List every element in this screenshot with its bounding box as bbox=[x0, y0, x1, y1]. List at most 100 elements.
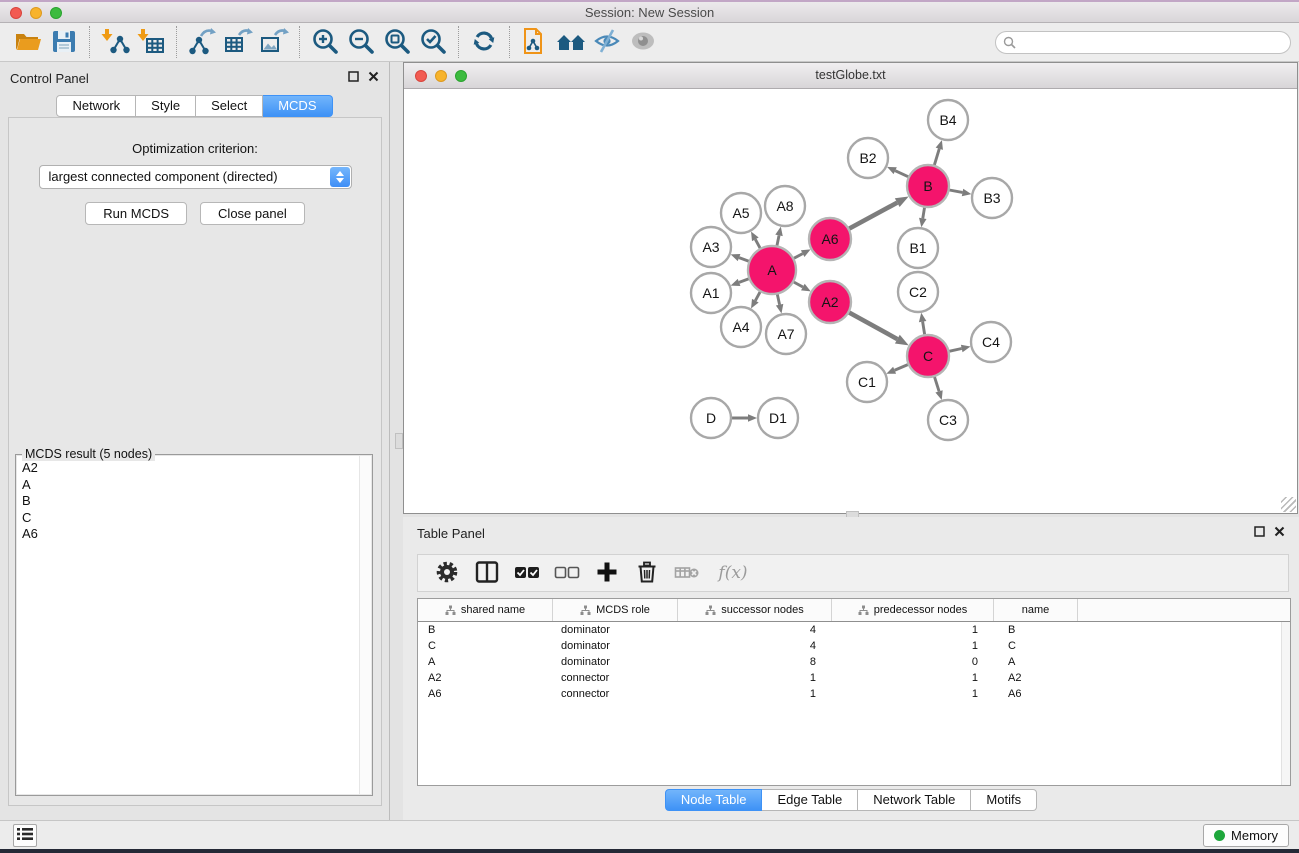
tab-network-table[interactable]: Network Table bbox=[858, 789, 971, 811]
table-row[interactable]: Bdominator41B bbox=[418, 622, 1290, 638]
zoom-window-button[interactable] bbox=[50, 7, 62, 19]
graph-edge[interactable] bbox=[755, 291, 760, 301]
graph-edge[interactable] bbox=[777, 235, 779, 246]
table-cell: 1 bbox=[832, 670, 994, 686]
table-scrollbar[interactable] bbox=[1281, 622, 1290, 785]
column-header[interactable]: successor nodes bbox=[678, 599, 832, 621]
export-image-button[interactable] bbox=[256, 25, 292, 59]
graph-edge[interactable] bbox=[755, 239, 760, 249]
optimization-criterion-select[interactable]: largest connected component (directed) bbox=[39, 165, 352, 189]
attribute-type-icon bbox=[445, 605, 456, 616]
column-header[interactable]: shared name bbox=[418, 599, 553, 621]
minimize-window-button[interactable] bbox=[30, 7, 42, 19]
graph-edge[interactable] bbox=[895, 364, 909, 370]
table-row[interactable]: Adominator80A bbox=[418, 654, 1290, 670]
import-table-button[interactable] bbox=[133, 25, 169, 59]
export-network-icon bbox=[187, 26, 217, 59]
memory-button[interactable]: Memory bbox=[1203, 824, 1289, 847]
result-list-scrollbar[interactable] bbox=[359, 456, 371, 794]
network-close-button[interactable] bbox=[415, 70, 427, 82]
result-item[interactable]: A bbox=[22, 477, 359, 494]
table-panel: Table Panel f(x) shared nameMCDS rolesuc… bbox=[403, 517, 1299, 820]
hide-details-button[interactable] bbox=[589, 25, 625, 59]
graph-edge[interactable] bbox=[848, 203, 897, 229]
network-minimize-button[interactable] bbox=[435, 70, 447, 82]
graph-edge[interactable] bbox=[948, 349, 961, 352]
graph-edge[interactable] bbox=[923, 322, 925, 336]
home-button[interactable] bbox=[553, 25, 589, 59]
tab-style[interactable]: Style bbox=[136, 95, 196, 117]
result-item[interactable]: C bbox=[22, 510, 359, 527]
graph-edge[interactable] bbox=[934, 376, 939, 391]
deselect-all-button[interactable] bbox=[547, 557, 587, 589]
graph-edge[interactable] bbox=[934, 149, 939, 166]
tab-node-table[interactable]: Node Table bbox=[665, 789, 763, 811]
open-file-button[interactable] bbox=[10, 25, 46, 59]
node-table: shared nameMCDS rolesuccessor nodesprede… bbox=[417, 598, 1291, 786]
select-all-button[interactable] bbox=[507, 557, 547, 589]
vertical-splitter-handle[interactable] bbox=[395, 433, 403, 449]
tab-edge-table[interactable]: Edge Table bbox=[762, 789, 858, 811]
save-session-button[interactable] bbox=[46, 25, 82, 59]
search-icon bbox=[1003, 36, 1016, 49]
node-label: A4 bbox=[732, 319, 749, 335]
node-label: B bbox=[923, 178, 932, 194]
float-panel-icon[interactable] bbox=[348, 71, 359, 82]
refresh-button[interactable] bbox=[466, 25, 502, 59]
export-table-button[interactable] bbox=[220, 25, 256, 59]
table-settings-button[interactable] bbox=[427, 557, 467, 589]
window-resize-grip[interactable] bbox=[1281, 497, 1296, 512]
zoom-fit-button[interactable] bbox=[379, 25, 415, 59]
close-window-button[interactable] bbox=[10, 7, 22, 19]
graph-edge[interactable] bbox=[793, 254, 802, 259]
graph-edge[interactable] bbox=[949, 190, 963, 193]
import-network-button[interactable] bbox=[97, 25, 133, 59]
show-columns-button[interactable] bbox=[467, 557, 507, 589]
table-body: Bdominator41BCdominator41CAdominator80AA… bbox=[418, 622, 1290, 702]
network-window-titlebar[interactable]: testGlobe.txt bbox=[404, 63, 1297, 89]
graph-edge[interactable] bbox=[923, 207, 925, 219]
graph-edge[interactable] bbox=[895, 171, 909, 177]
close-panel-icon[interactable] bbox=[368, 71, 379, 82]
graph-edge[interactable] bbox=[739, 278, 749, 282]
column-header[interactable]: predecessor nodes bbox=[832, 599, 994, 621]
add-row-button[interactable] bbox=[587, 557, 627, 589]
table-row[interactable]: Cdominator41C bbox=[418, 638, 1290, 654]
graph-edge[interactable] bbox=[848, 312, 897, 339]
tab-network[interactable]: Network bbox=[56, 95, 136, 117]
network-zoom-button[interactable] bbox=[455, 70, 467, 82]
table-row[interactable]: A6connector11A6 bbox=[418, 686, 1290, 702]
close-panel-button[interactable]: Close panel bbox=[200, 202, 305, 225]
result-item[interactable]: A2 bbox=[22, 460, 359, 477]
graph-edge[interactable] bbox=[739, 258, 749, 262]
float-table-panel-icon[interactable] bbox=[1254, 526, 1265, 537]
search-input[interactable] bbox=[995, 31, 1291, 54]
column-header[interactable]: name bbox=[994, 599, 1078, 621]
open-session-button[interactable] bbox=[517, 25, 553, 59]
network-canvas[interactable]: B4B2BB3A8A5A6A3B1AC2A1A2A4A7C4CC1DD1C3 bbox=[404, 90, 1297, 513]
run-mcds-button[interactable]: Run MCDS bbox=[85, 202, 187, 225]
close-table-panel-icon[interactable] bbox=[1274, 526, 1285, 537]
function-builder-button[interactable]: f(x) bbox=[707, 557, 759, 589]
delete-columns-button[interactable] bbox=[667, 557, 707, 589]
tab-select[interactable]: Select bbox=[196, 95, 263, 117]
columns-icon bbox=[475, 560, 499, 587]
result-item[interactable]: A6 bbox=[22, 526, 359, 543]
graph-edge[interactable] bbox=[793, 282, 803, 287]
mcds-result-list[interactable]: A2ABCA6 bbox=[17, 456, 359, 794]
export-network-button[interactable] bbox=[184, 25, 220, 59]
task-history-button[interactable] bbox=[13, 824, 37, 847]
zoom-selected-button[interactable] bbox=[415, 25, 451, 59]
tab-motifs[interactable]: Motifs bbox=[971, 789, 1037, 811]
tab-mcds[interactable]: MCDS bbox=[263, 95, 332, 117]
graph-edge[interactable] bbox=[777, 293, 779, 304]
result-item[interactable]: B bbox=[22, 493, 359, 510]
show-details-button[interactable] bbox=[625, 25, 661, 59]
table-row[interactable]: A2connector11A2 bbox=[418, 670, 1290, 686]
home-icon bbox=[555, 26, 587, 59]
zoom-in-button[interactable] bbox=[307, 25, 343, 59]
delete-rows-button[interactable] bbox=[627, 557, 667, 589]
zoom-out-button[interactable] bbox=[343, 25, 379, 59]
title-bar: Session: New Session bbox=[0, 0, 1299, 23]
column-header[interactable]: MCDS role bbox=[553, 599, 678, 621]
